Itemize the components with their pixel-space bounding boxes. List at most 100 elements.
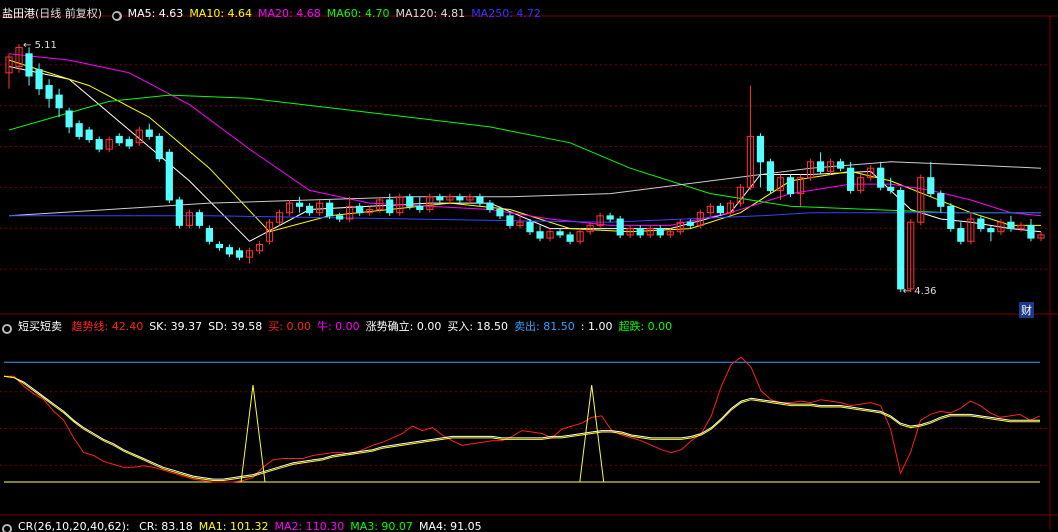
cr-item-3: MA2: 110.30: [274, 520, 345, 532]
ma-legend-item-2: MA20: 4.68: [258, 7, 321, 20]
candle-down: [1007, 221, 1015, 230]
cr-item-2: MA1: 101.32: [198, 520, 269, 532]
settings-circle-icon[interactable]: ●: [111, 11, 122, 21]
candle-down: [205, 228, 214, 242]
candle-down: [616, 218, 624, 236]
candle-down: [336, 215, 344, 220]
cr-item-0: CR(26,10,20,40,62):: [18, 520, 134, 532]
ma-line-ma120: [8, 161, 1042, 217]
candle-down: [566, 234, 574, 242]
candle-down: [406, 196, 414, 207]
ma-legend: MA5: 4.63 MA10: 4.64 MA20: 4.68 MA60: 4.70 M…: [128, 7, 547, 20]
ma-legend-item-3: MA60: 4.70: [326, 7, 390, 20]
candle-down: [175, 199, 183, 226]
high-annotation: ← 5.11: [23, 40, 57, 51]
cr-settings-icon[interactable]: ●: [2, 524, 12, 532]
candle-down: [836, 161, 845, 169]
indicator-header: ● 短买短卖 趋势线: 42.40 SK: 39.37 SD: 39.58 买: 0.0…: [2, 318, 684, 334]
candle-down: [766, 161, 775, 191]
candle-down: [215, 243, 224, 249]
candle-down: [145, 129, 153, 137]
candle-down: [897, 189, 905, 290]
indicator-item-3: 买: 0.00: [268, 320, 311, 333]
indicator-title[interactable]: 短买短卖: [18, 320, 62, 333]
low-annotation: ← 4.36: [903, 286, 937, 297]
candle-down: [987, 228, 995, 233]
indicator-item-1: SK: 39.37: [149, 320, 203, 333]
buy-signal-spike: [240, 384, 266, 483]
stock-name[interactable]: 盐田港: [2, 7, 35, 20]
ma-legend-item-0: MA5: 4.63: [127, 7, 184, 20]
candle-down: [877, 167, 885, 188]
candle-down: [195, 212, 203, 226]
candle-down: [295, 202, 304, 207]
candle-down: [756, 135, 765, 163]
candle-down: [887, 186, 895, 191]
candle-down: [556, 231, 564, 236]
ma-line-ma60: [8, 94, 1041, 214]
indicator-item-6: 买入: 18.50: [447, 320, 509, 333]
cr-item-4: MA3: 90.07: [350, 520, 413, 532]
candle-down: [496, 208, 504, 217]
ma-line-ma20: [8, 53, 1042, 226]
candle-down: [326, 202, 334, 217]
candle-down: [686, 221, 694, 226]
candle-down: [937, 193, 945, 207]
indicator-item-5: 涨势确立: 0.00: [365, 320, 442, 333]
candle-down: [656, 228, 664, 236]
indicator-item-0: 趋势线: 42.40: [71, 320, 144, 333]
series-line-趋势线: [4, 356, 1041, 483]
ma-legend-item-1: MA10: 4.64: [189, 7, 253, 20]
candle-down: [947, 205, 955, 230]
indicator-item-9: 超跌: 0.00: [618, 320, 673, 333]
candle-down: [536, 231, 544, 239]
candle-down: [235, 250, 244, 258]
candle-down: [55, 94, 63, 109]
adjust-mode[interactable]: (日线 前复权): [35, 7, 102, 20]
candle-down: [716, 205, 724, 214]
candle-down: [165, 151, 173, 201]
candle-down: [25, 53, 33, 77]
chart-canvas[interactable]: ← 5.11 ← 4.36: [0, 0, 1058, 530]
indicator-item-4: 牛: 0.00: [316, 320, 360, 333]
candle-down: [75, 123, 83, 137]
candle-down: [486, 202, 494, 210]
candle-down: [847, 167, 855, 191]
indicator-item-2: SD: 39.58: [208, 320, 263, 333]
candle-down: [35, 69, 43, 90]
candle-down: [155, 135, 163, 160]
stock-chart-window: ← 5.11 ← 4.36 盐田港(日线 前复权) ● MA5: 4.63 MA10:…: [0, 0, 1058, 532]
main-header: 盐田港(日线 前复权) ● MA5: 4.63 MA10: 4.64 MA20: 4.…: [2, 5, 553, 21]
indicator-values: 趋势线: 42.40 SK: 39.37 SD: 39.58 买: 0.00 牛: 0.…: [72, 320, 679, 333]
candle-down: [506, 215, 514, 226]
candle-down: [786, 177, 795, 195]
candle-down: [1027, 224, 1035, 239]
bottom-header: ● CR(26,10,20,40,62): CR: 83.18 MA1: 101.3…: [2, 520, 494, 532]
candle-down: [606, 215, 614, 220]
candle-down: [125, 139, 133, 147]
indicator-settings-icon[interactable]: ●: [2, 324, 12, 334]
finance-badge[interactable]: 财: [1019, 302, 1034, 318]
candle-down: [305, 205, 314, 214]
ma-legend-item-5: MA250: 4.72: [471, 7, 541, 20]
candle-down: [456, 196, 464, 201]
candle-down: [95, 139, 103, 150]
candle-down: [85, 129, 93, 141]
ma-legend-item-4: MA120: 4.81: [395, 7, 466, 20]
candle-down: [816, 161, 825, 172]
candle-down: [65, 110, 73, 128]
cr-values: CR(26,10,20,40,62): CR: 83.18 MA1: 101.32…: [18, 520, 488, 532]
candle-down: [115, 135, 123, 144]
candle-down: [636, 228, 644, 236]
candle-down: [45, 85, 53, 99]
cr-item-5: MA4: 91.05: [418, 520, 482, 532]
indicator-item-7: 卖出: 81.50: [514, 320, 575, 333]
candle-down: [225, 247, 234, 255]
candle-down: [416, 205, 424, 210]
cr-item-1: CR: 83.18: [139, 520, 193, 532]
candle-down: [436, 196, 444, 201]
candle-down: [356, 205, 364, 214]
indicator-item-8: : 1.00: [580, 320, 613, 333]
candle-down: [927, 177, 935, 195]
candle-down: [977, 218, 985, 230]
